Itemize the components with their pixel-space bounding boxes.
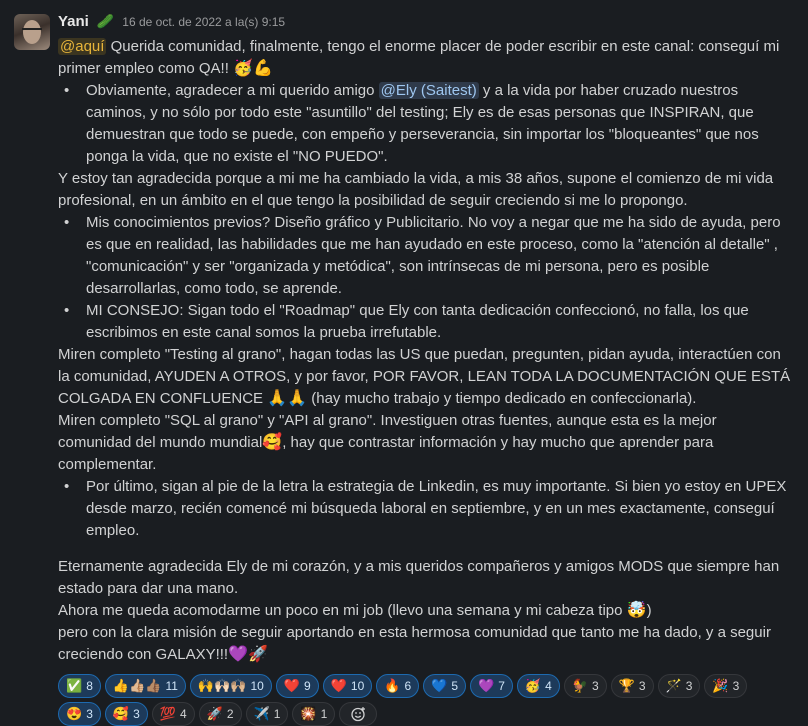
pray-emoji: 🙏🙏 xyxy=(267,390,308,407)
reaction-pill[interactable]: 🥳 4 xyxy=(516,674,560,698)
message: Yani 🥒 16 de oct. de 2022 a la(s) 9:15 @… xyxy=(0,0,808,726)
reaction-emoji: ✈️ xyxy=(253,706,270,721)
reaction-emoji: ❤️ xyxy=(330,678,347,693)
reaction-emoji: 🐓 xyxy=(571,678,588,693)
timestamp[interactable]: 16 de oct. de 2022 a la(s) 9:15 xyxy=(122,11,285,33)
reaction-emoji: 🥰 xyxy=(112,706,130,721)
reaction-pill[interactable]: 🪄 3 xyxy=(657,674,701,698)
list-item: Por último, sigan al pie de la letra la … xyxy=(64,476,792,542)
reaction-count: 3 xyxy=(732,679,740,693)
reaction-pill[interactable]: ✈️ 1 xyxy=(245,702,289,726)
paragraph-2: Y estoy tan agradecida porque a mi me ha… xyxy=(58,170,774,209)
intro-text: Querida comunidad, finalmente, tengo el … xyxy=(58,38,780,77)
reaction-pill[interactable]: ❤️ 10 xyxy=(322,674,373,698)
avatar[interactable] xyxy=(14,14,50,50)
reaction-emoji: 😍 xyxy=(66,706,83,721)
para7-text: pero con la clara misión de seguir aport… xyxy=(58,624,771,663)
paragraph-5: Eternamente agradecida Ely de mi corazón… xyxy=(58,558,780,597)
status-emoji[interactable]: 🥒 xyxy=(97,10,114,32)
reactions-bar: ✅ 8 👍👍🏼👍🏽 11 🙌🙌🏻🙌🏼 10 ❤️ 9 ❤️ 10 🔥 6 💙 5 💜 7 🥳 4 🐓 3 🏆 3 🪄 3 🎉 3 😍… xyxy=(58,674,778,726)
reaction-emoji: 💯 xyxy=(159,706,176,721)
reaction-pill[interactable]: ❤️ 9 xyxy=(275,674,319,698)
mention-here[interactable]: @aquí xyxy=(58,38,107,55)
reaction-count: 1 xyxy=(273,707,281,721)
reaction-emoji: 🔥 xyxy=(384,678,401,693)
reaction-count: 9 xyxy=(304,679,311,693)
add-emoji-icon[interactable] xyxy=(339,702,378,726)
list-item: Obviamente, agradecer a mi querido amigo… xyxy=(64,80,792,168)
reaction-emoji: 💜 xyxy=(478,678,495,693)
reaction-count: 1 xyxy=(320,707,328,721)
reaction-count: 8 xyxy=(86,679,93,693)
reaction-pill[interactable]: 🐓 3 xyxy=(563,674,607,698)
reaction-pill[interactable]: 🎉 3 xyxy=(704,674,748,698)
reaction-pill[interactable]: 💜 7 xyxy=(470,674,513,698)
reaction-pill[interactable]: 🙌🙌🏻🙌🏼 10 xyxy=(189,674,272,698)
paragraph-6: Ahora me queda acomodarme un poco en mi … xyxy=(58,600,792,622)
reaction-pill[interactable]: 👍👍🏼👍🏽 11 xyxy=(104,674,186,698)
reaction-count: 3 xyxy=(685,679,693,693)
reaction-emoji: 🙌🙌🏻🙌🏼 xyxy=(197,678,247,693)
reaction-count: 2 xyxy=(226,707,234,721)
reaction-emoji: 🎇 xyxy=(300,706,317,721)
para6-text: Ahora me queda acomodarme un poco en mi … xyxy=(58,602,627,619)
reaction-pill[interactable]: ✅ 8 xyxy=(58,674,101,698)
reaction-pill[interactable]: 💙 5 xyxy=(423,674,466,698)
reaction-count: 6 xyxy=(404,679,412,693)
reaction-emoji: 💙 xyxy=(431,678,448,693)
reaction-count: 3 xyxy=(133,707,140,721)
reaction-count: 5 xyxy=(451,679,458,693)
paragraph-4: Miren completo "SQL al grano" y "API al … xyxy=(58,410,792,476)
message-body: @aquí Querida comunidad, finalmente, ten… xyxy=(58,36,792,666)
reaction-pill[interactable]: 💯 4 xyxy=(151,702,195,726)
heart-rocket-emoji: 💜🚀 xyxy=(228,646,268,663)
bullet-list-2: Mis conocimientos previos? Diseño gráfic… xyxy=(58,212,792,344)
reaction-emoji: 🏆 xyxy=(618,678,635,693)
exploding-head-emoji: 🤯 xyxy=(626,602,647,619)
para3-tail: (hay mucho trabajo y tiempo dedicado en … xyxy=(307,390,697,407)
list-item: MI CONSEJO: Sigan todo el "Roadmap" que … xyxy=(64,300,792,344)
bullet-list-1: Obviamente, agradecer a mi querido amigo… xyxy=(58,80,792,168)
reaction-emoji: ❤️ xyxy=(283,678,301,693)
reaction-emoji: 🪄 xyxy=(665,678,682,693)
reaction-emoji: 👍👍🏼👍🏽 xyxy=(112,678,162,693)
intro-emoji: 🥳💪 xyxy=(233,60,273,77)
reaction-count: 4 xyxy=(179,707,187,721)
reaction-pill[interactable]: 🏆 3 xyxy=(610,674,654,698)
message-header: Yani 🥒 16 de oct. de 2022 a la(s) 9:15 xyxy=(58,10,792,36)
reaction-count: 10 xyxy=(350,679,365,693)
smiling-hearts-emoji: 🥰 xyxy=(262,434,283,451)
reaction-count: 11 xyxy=(165,679,178,693)
reaction-pill[interactable]: 🔥 6 xyxy=(376,674,420,698)
paragraph-3: Miren completo "Testing al grano", hagan… xyxy=(58,344,792,410)
reaction-count: 7 xyxy=(498,679,505,693)
mention-ely[interactable]: @Ely (Saitest) xyxy=(378,82,479,99)
reaction-pill[interactable]: 🎇 1 xyxy=(292,702,336,726)
author-name[interactable]: Yani xyxy=(58,11,89,33)
para6-tail: ) xyxy=(646,602,652,619)
reaction-count: 3 xyxy=(86,707,93,721)
reaction-count: 3 xyxy=(591,679,599,693)
reaction-emoji: 🚀 xyxy=(206,706,223,721)
reaction-pill[interactable]: 😍 3 xyxy=(58,702,101,726)
bullet1-pre: Obviamente, agradecer a mi querido amigo xyxy=(86,82,379,99)
reaction-emoji: ✅ xyxy=(66,678,83,693)
reaction-count: 4 xyxy=(545,679,552,693)
bullet-list-3: Por último, sigan al pie de la letra la … xyxy=(58,476,792,542)
list-item: Mis conocimientos previos? Diseño gráfic… xyxy=(64,212,792,300)
reaction-emoji: 🎉 xyxy=(712,678,729,693)
intro-paragraph: @aquí Querida comunidad, finalmente, ten… xyxy=(58,36,792,80)
reaction-emoji: 🥳 xyxy=(524,678,542,693)
reaction-pill[interactable]: 🥰 3 xyxy=(104,702,148,726)
paragraph-7: pero con la clara misión de seguir aport… xyxy=(58,622,792,666)
reaction-count: 3 xyxy=(638,679,646,693)
reaction-count: 10 xyxy=(250,679,264,693)
reaction-pill[interactable]: 🚀 2 xyxy=(198,702,242,726)
